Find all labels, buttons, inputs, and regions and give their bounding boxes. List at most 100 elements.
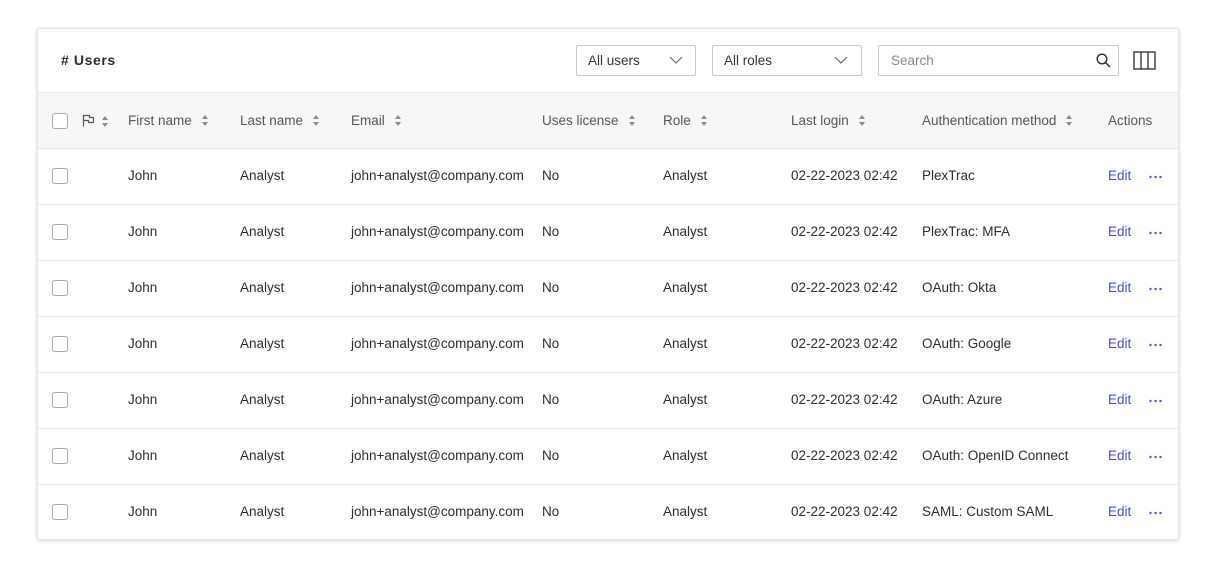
row-checkbox[interactable] (52, 280, 68, 296)
edit-link[interactable]: Edit (1108, 448, 1131, 463)
email-cell: john+analyst@company.com (351, 280, 524, 295)
flag-column-header[interactable] (82, 114, 109, 129)
more-horizontal-icon[interactable] (1149, 343, 1162, 347)
last-login-cell: 02-22-2023 02:42 (791, 224, 898, 239)
email-cell: john+analyst@company.com (351, 168, 524, 183)
sort-icon (102, 116, 108, 127)
search-icon[interactable] (1096, 53, 1111, 68)
search-box (878, 45, 1119, 76)
uses-license-header[interactable]: Uses license (542, 113, 636, 128)
auth-method-cell: OAuth: Google (922, 336, 1012, 351)
auth-method-cell: OAuth: Okta (922, 280, 997, 295)
first-name-cell: John (128, 448, 158, 463)
last-login-cell: 02-22-2023 02:42 (791, 448, 898, 463)
search-input[interactable] (880, 47, 1085, 74)
actions-header: Actions (1108, 113, 1153, 128)
auth-method-cell: OAuth: Azure (922, 392, 1003, 407)
role-cell: Analyst (663, 168, 708, 183)
role-cell: Analyst (663, 504, 708, 519)
edit-link[interactable]: Edit (1108, 280, 1131, 295)
columns-icon[interactable] (1133, 51, 1156, 70)
sort-icon (201, 115, 208, 126)
users-filter-select[interactable]: All users (576, 45, 696, 76)
auth-method-cell: PlexTrac (922, 168, 975, 183)
sort-icon (858, 115, 865, 126)
select-all-checkbox[interactable] (52, 113, 68, 129)
table-row: John Analyst john+analyst@company.com No Ana… (38, 261, 1178, 317)
flag-icon (82, 114, 95, 127)
more-horizontal-icon[interactable] (1149, 175, 1162, 179)
row-checkbox[interactable] (52, 336, 68, 352)
last-name-cell: Analyst (240, 392, 285, 407)
last-login-cell: 02-22-2023 02:42 (791, 280, 898, 295)
uses-license-cell: No (542, 392, 560, 407)
last-name-cell: Analyst (240, 168, 285, 183)
table-row: John Analyst john+analyst@company.com No Ana… (38, 485, 1178, 539)
last-login-header-label: Last login (791, 113, 849, 128)
chevron-down-icon (669, 56, 683, 64)
row-checkbox[interactable] (52, 168, 68, 184)
edit-link[interactable]: Edit (1108, 224, 1131, 239)
more-horizontal-icon[interactable] (1149, 511, 1162, 515)
roles-filter-select[interactable]: All roles (712, 45, 862, 76)
edit-link[interactable]: Edit (1108, 392, 1131, 407)
auth-method-cell: PlexTrac: MFA (922, 224, 1011, 239)
uses-license-header-label: Uses license (542, 113, 619, 128)
last-name-cell: Analyst (240, 504, 285, 519)
first-name-cell: John (128, 336, 158, 351)
more-horizontal-icon[interactable] (1149, 399, 1162, 403)
table-toolbar: # Users All users All roles (38, 29, 1178, 92)
uses-license-cell: No (542, 224, 560, 239)
uses-license-cell: No (542, 336, 560, 351)
row-checkbox[interactable] (52, 504, 68, 520)
row-checkbox[interactable] (52, 448, 68, 464)
auth-method-cell: SAML: Custom SAML (922, 504, 1054, 519)
table-row: John Analyst john+analyst@company.com No Ana… (38, 317, 1178, 373)
uses-license-cell: No (542, 504, 560, 519)
role-cell: Analyst (663, 224, 708, 239)
uses-license-cell: No (542, 168, 560, 183)
sort-icon (394, 115, 401, 126)
email-cell: john+analyst@company.com (351, 224, 524, 239)
edit-link[interactable]: Edit (1108, 168, 1131, 183)
email-cell: john+analyst@company.com (351, 448, 524, 463)
first-name-cell: John (128, 504, 158, 519)
first-name-cell: John (128, 280, 158, 295)
role-cell: Analyst (663, 392, 708, 407)
sort-icon (628, 115, 635, 126)
role-cell: Analyst (663, 336, 708, 351)
auth-method-header[interactable]: Authentication method (922, 113, 1073, 128)
row-checkbox[interactable] (52, 224, 68, 240)
row-checkbox[interactable] (52, 392, 68, 408)
first-name-cell: John (128, 168, 158, 183)
first-name-header[interactable]: First name (128, 113, 209, 128)
page-title: # Users (61, 52, 116, 68)
email-cell: john+analyst@company.com (351, 392, 524, 407)
last-login-cell: 02-22-2023 02:42 (791, 392, 898, 407)
role-cell: Analyst (663, 280, 708, 295)
first-name-cell: John (128, 392, 158, 407)
role-header[interactable]: Role (663, 113, 708, 128)
role-cell: Analyst (663, 448, 708, 463)
sort-icon (1066, 115, 1073, 126)
edit-link[interactable]: Edit (1108, 504, 1131, 519)
last-name-cell: Analyst (240, 280, 285, 295)
email-header-label: Email (351, 113, 385, 128)
more-horizontal-icon[interactable] (1149, 231, 1162, 235)
last-name-header-label: Last name (240, 113, 304, 128)
edit-link[interactable]: Edit (1108, 336, 1131, 351)
table-row: John Analyst john+analyst@company.com No Ana… (38, 429, 1178, 485)
more-horizontal-icon[interactable] (1149, 287, 1162, 291)
last-name-header[interactable]: Last name (240, 113, 320, 128)
last-name-cell: Analyst (240, 336, 285, 351)
last-login-cell: 02-22-2023 02:42 (791, 336, 898, 351)
email-header[interactable]: Email (351, 113, 402, 128)
more-horizontal-icon[interactable] (1149, 455, 1162, 459)
last-login-header[interactable]: Last login (791, 113, 866, 128)
chevron-down-icon (834, 56, 848, 64)
email-cell: john+analyst@company.com (351, 504, 524, 519)
role-header-label: Role (663, 113, 691, 128)
first-name-header-label: First name (128, 113, 192, 128)
uses-license-cell: No (542, 280, 560, 295)
uses-license-cell: No (542, 448, 560, 463)
